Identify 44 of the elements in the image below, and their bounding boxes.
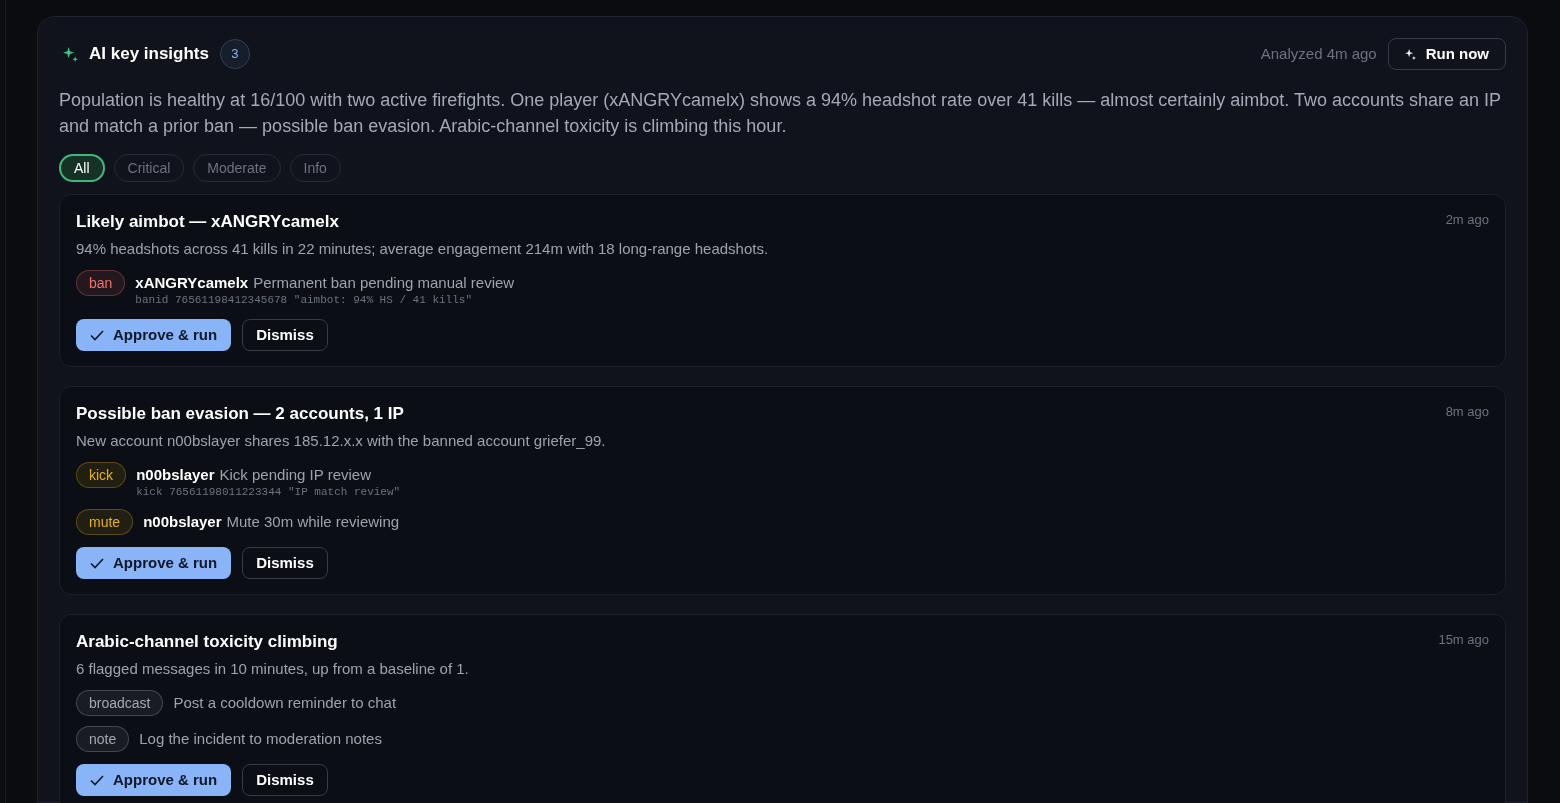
insight-time: 2m ago <box>1445 211 1489 229</box>
insight-time: 8m ago <box>1445 403 1489 421</box>
insight-title: Possible ban evasion — 2 accounts, 1 IP <box>76 403 404 425</box>
insight-count-badge: 3 <box>220 39 250 69</box>
run-now-button[interactable]: Run now <box>1387 38 1506 70</box>
filter-chip[interactable]: All <box>59 154 105 182</box>
player-name: xANGRYcamelx <box>135 273 249 293</box>
checkmark-icon <box>90 557 104 569</box>
insight-description: 6 flagged messages in 10 minutes, up from a baseline of 1. <box>76 659 470 679</box>
dismiss-button[interactable]: Dismiss <box>242 547 328 579</box>
insight-description: New account n00bslayer shares 185.12.x.x with the banned account griefer_99. <box>76 431 607 451</box>
analyzed-time: Analyzed 4m ago <box>1260 43 1377 64</box>
approve-button[interactable]: Approve & run <box>76 319 232 351</box>
insight-description: 94% headshots across 41 kills in 22 minutes; average engagement 214m with 18 long-range headshots. <box>76 239 770 259</box>
action-description: Post a cooldown reminder to chat <box>173 693 397 713</box>
player-name: n00bslayer <box>136 465 215 485</box>
action-tag: ban <box>76 270 126 296</box>
sparkle-icon <box>63 46 78 62</box>
command-text: kick 76561198011223344 "IP match review" <box>136 485 401 499</box>
approve-button[interactable]: Approve & run <box>76 547 232 579</box>
action-tag: mute <box>76 509 134 535</box>
filter-chip[interactable]: Moderate <box>193 154 281 182</box>
action-tag: broadcast <box>76 690 164 716</box>
action-tag: kick <box>76 462 127 488</box>
insight-title: Likely aimbot — xANGRYcamelx <box>76 211 339 233</box>
checkmark-icon <box>90 329 104 341</box>
action-description: Permanent ban pending manual review <box>253 273 515 293</box>
insight-title: Arabic-channel toxicity climbing <box>76 631 338 653</box>
dismiss-button[interactable]: Dismiss <box>242 319 328 351</box>
dismiss-button[interactable]: Dismiss <box>242 764 328 796</box>
player-name: n00bslayer <box>143 512 222 532</box>
panel-title: AI key insights <box>89 43 209 65</box>
command-text: banid 76561198412345678 "aimbot: 94% HS / 41 kills" <box>135 293 473 307</box>
action-description: Mute 30m while reviewing <box>226 512 400 532</box>
filter-chip[interactable]: Info <box>289 154 341 182</box>
sparkle-icon <box>1404 48 1416 60</box>
action-tag: note <box>76 726 130 752</box>
action-description: Kick pending IP review <box>219 465 371 485</box>
approve-button[interactable]: Approve & run <box>76 764 232 796</box>
summary-text: Population is healthy at 16/100 with two active firefights. One player (xANGRYcamelx) shows a 94% headshot rate over 41 kills — almost certainly aimbot. Two accounts share an IP and match a prior ban — possible ban evasion. Arabic-channel toxicity is climbing this hour. <box>59 89 1502 138</box>
action-description: Log the incident to moderation notes <box>139 729 382 749</box>
filter-chip[interactable]: Critical <box>113 154 185 182</box>
insight-time: 15m ago <box>1438 631 1489 649</box>
checkmark-icon <box>90 774 104 786</box>
